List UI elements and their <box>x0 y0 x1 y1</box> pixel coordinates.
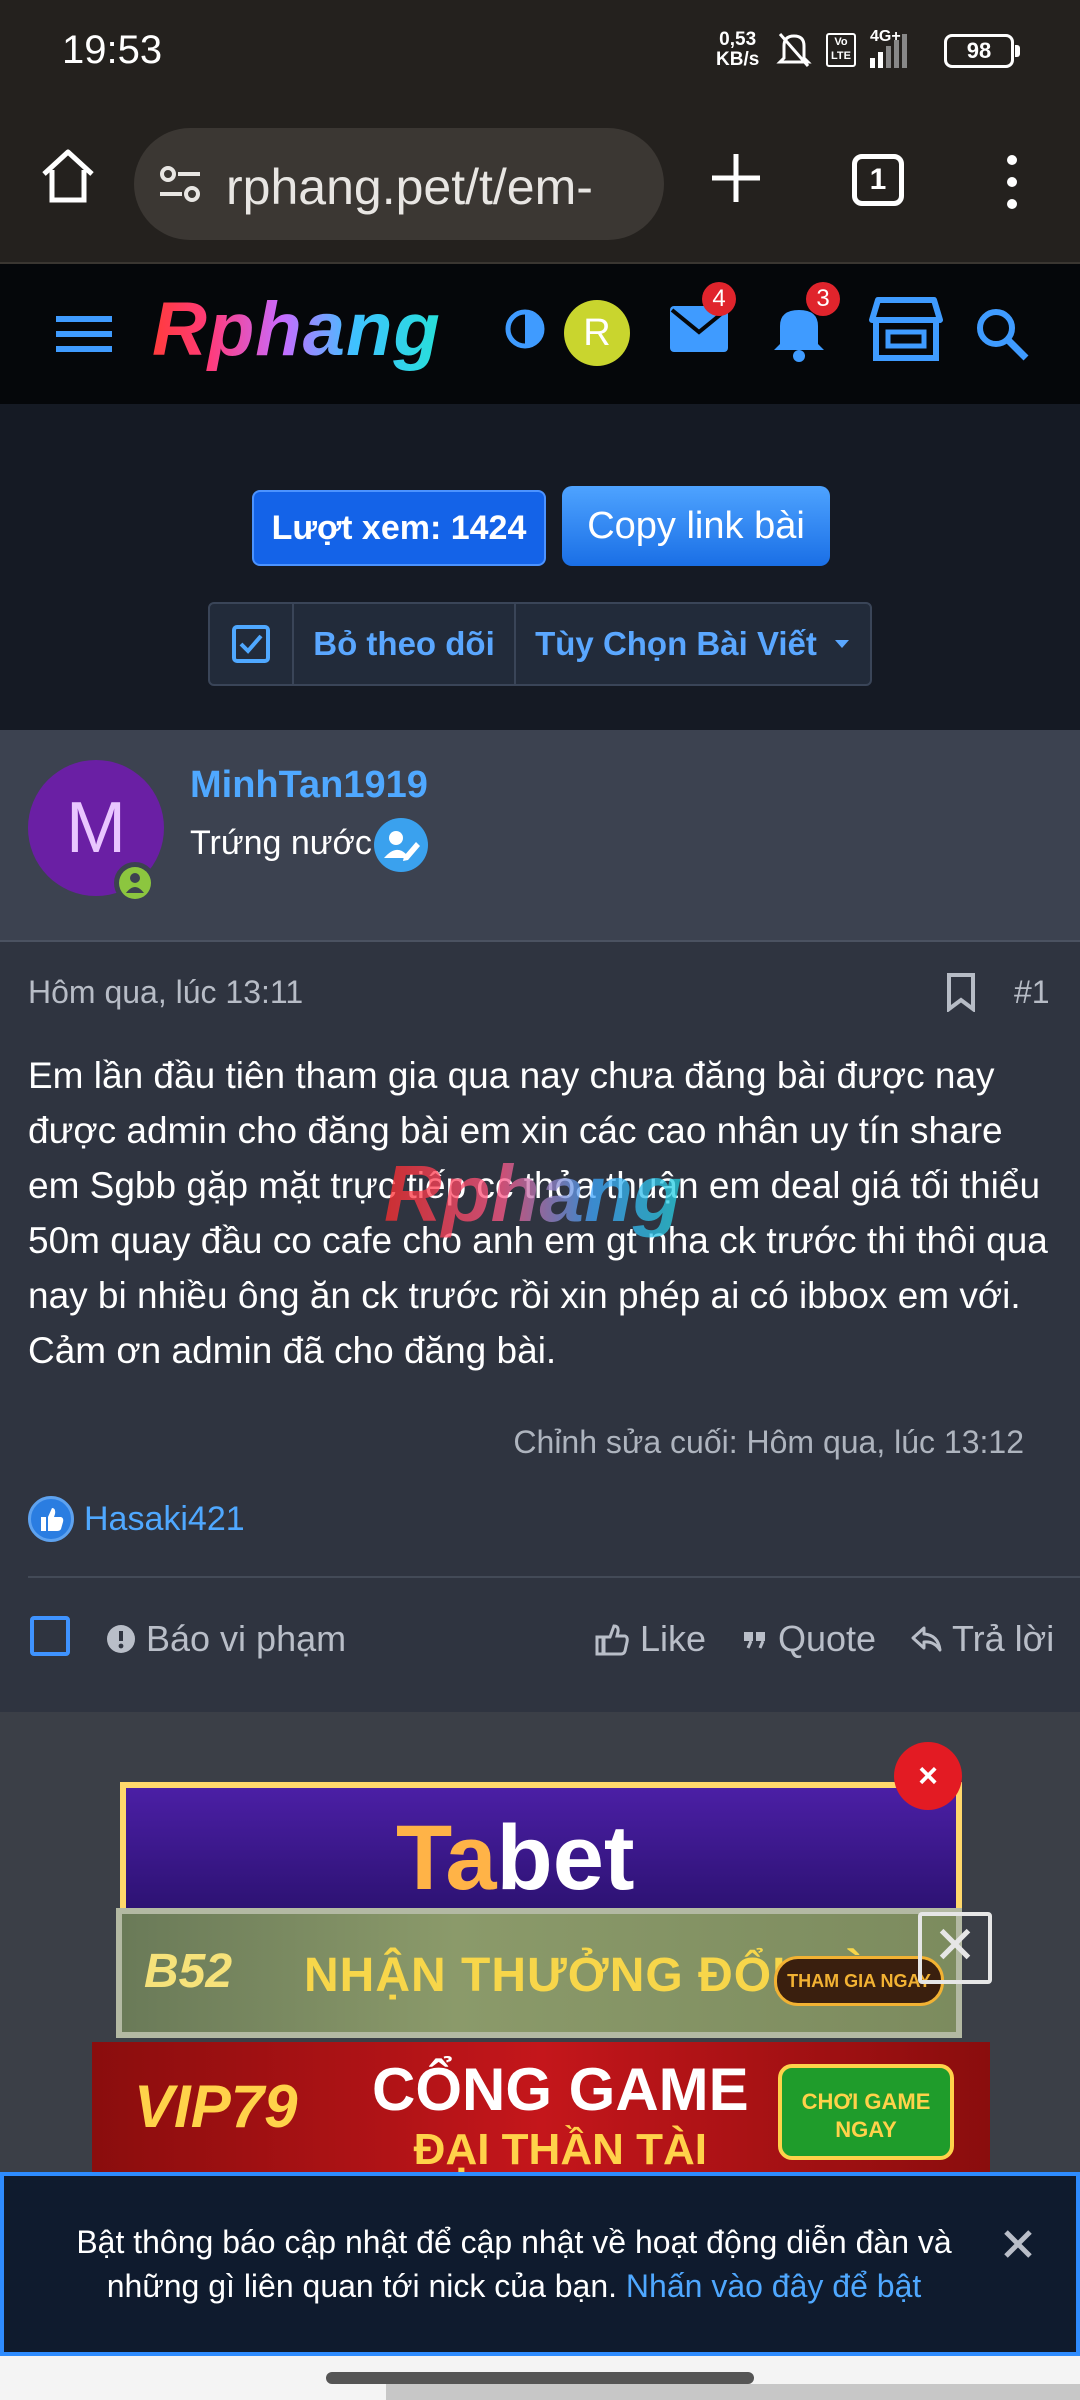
signal-icon: 4G+ <box>870 28 907 68</box>
post-options-dropdown[interactable]: Tùy Chọn Bài Viết <box>516 604 870 684</box>
reactions-bar[interactable]: Hasaki421 <box>28 1496 245 1542</box>
post-number[interactable]: #1 <box>1014 974 1050 1011</box>
close-icon[interactable] <box>998 2224 1038 2264</box>
ad-vip79-cta-line2: NGAY <box>835 2117 897 2142</box>
enable-notifications-link[interactable]: Nhấn vào đây để bật <box>626 2268 921 2304</box>
views-count-button[interactable]: Lượt xem: 1424 <box>252 490 546 566</box>
ad-area: Tabet B52 NHẬN THƯỞNG ĐỔI ĐỜI THAM GIA N… <box>0 1712 1080 2174</box>
menu-icon[interactable] <box>1000 152 1024 212</box>
ad-banner-tabet[interactable]: Tabet <box>120 1782 962 1922</box>
ad-vip79-cta-line1: CHƠI GAME <box>801 2089 931 2114</box>
ad-vip79-brand: VIP79 <box>134 2073 298 2140</box>
hamburger-menu-icon[interactable] <box>56 310 112 358</box>
store-icon[interactable] <box>866 294 946 364</box>
ad-close-box-button[interactable]: ✕ <box>918 1912 992 1984</box>
quote-label: Quote <box>778 1618 877 1659</box>
post-options-label: Tùy Chọn Bài Viết <box>535 625 817 662</box>
volte-icon: Vo LTE <box>826 33 856 67</box>
watermark-logo: Rphang <box>384 1149 682 1238</box>
post-date[interactable]: Hôm qua, lúc 13:11 <box>28 974 303 1011</box>
liked-by-user[interactable]: Hasaki421 <box>84 1500 245 1539</box>
post-author: M MinhTan1919 Trứng nước <box>0 730 1080 942</box>
unfollow-button[interactable]: Bỏ theo dõi <box>294 604 516 684</box>
messages-badge: 4 <box>702 282 736 316</box>
follow-checkbox[interactable] <box>210 604 294 684</box>
speed-value: 0,53 <box>719 29 757 50</box>
like-reaction-icon <box>28 1496 74 1542</box>
ad-tabet-prefix: Ta <box>396 1807 497 1909</box>
notification-text: Bật thông báo cập nhật để cập nhật về ho… <box>64 2220 964 2308</box>
theme-toggle-icon[interactable] <box>504 308 546 350</box>
copy-link-button[interactable]: Copy link bài <box>562 486 830 566</box>
address-bar[interactable]: rphang.pet/t/em- <box>134 128 664 240</box>
bell-muted-icon <box>776 33 812 67</box>
alerts-badge: 3 <box>806 282 840 316</box>
caret-down-icon <box>834 640 849 648</box>
home-gesture-pill[interactable] <box>326 2372 754 2384</box>
verified-badge-icon <box>374 818 428 872</box>
tabs-button[interactable]: 1 <box>852 154 904 206</box>
ad-vip79-cta[interactable]: CHƠI GAME NGAY <box>778 2064 954 2160</box>
post-divider <box>28 1576 1080 1578</box>
report-label: Báo vi phạm <box>146 1618 347 1659</box>
nav-bar-shade <box>386 2384 1080 2400</box>
ad-banner-vip79[interactable]: VIP79 CỔNG GAME ĐẠI THẦN TÀI CHƠI GAME N… <box>92 2042 990 2174</box>
network-speed: 0,53 KB/s <box>716 30 759 70</box>
follow-button-group: Bỏ theo dõi Tùy Chọn Bài Viết <box>208 602 872 686</box>
battery-indicator: 98 <box>944 34 1020 68</box>
last-edited: Chỉnh sửa cuối: Hôm qua, lúc 13:12 <box>513 1424 1024 1460</box>
ad-banner-b52[interactable]: B52 NHẬN THƯỞNG ĐỔI ĐỜI THAM GIA NGAY <box>116 1908 962 2038</box>
quote-button[interactable]: Quote <box>742 1618 876 1660</box>
system-nav-bar <box>0 2356 1080 2400</box>
browser-toolbar: rphang.pet/t/em- 1 <box>0 104 1080 264</box>
url-text[interactable]: rphang.pet/t/em- <box>226 158 646 216</box>
select-post-checkbox[interactable] <box>30 1616 70 1656</box>
site-settings-icon[interactable] <box>156 160 204 208</box>
unfollow-label: Bỏ theo dõi <box>313 625 495 662</box>
bookmark-icon[interactable] <box>944 972 978 1012</box>
like-button[interactable]: Like <box>594 1618 706 1660</box>
post: Hôm qua, lúc 13:11 #1 Em lần đầu tiên th… <box>0 942 1080 1712</box>
new-tab-icon[interactable] <box>706 148 766 208</box>
user-avatar[interactable]: R <box>564 300 630 366</box>
speed-unit: KB/s <box>716 49 760 70</box>
ad-b52-brand: B52 <box>144 1945 233 1998</box>
author-title: Trứng nước <box>190 824 372 862</box>
status-icons: Vo LTE 4G+ <box>776 28 907 70</box>
quote-icon <box>744 1632 765 1649</box>
volte-text: Vo LTE <box>831 36 851 62</box>
thread-actions: Lượt xem: 1424 Copy link bài Bỏ theo dõi… <box>0 404 1080 730</box>
ad-vip79-line2: ĐẠI THẦN TÀI <box>413 2125 707 2174</box>
status-bar: 19:53 0,53 KB/s Vo LTE 4G+ 98 <box>0 0 1080 104</box>
report-button[interactable]: Báo vi phạm <box>106 1618 346 1660</box>
network-type: 4G+ <box>870 28 901 45</box>
notification-banner: Bật thông báo cập nhật để cập nhật về ho… <box>0 2172 1080 2356</box>
thumbs-up-icon <box>595 1624 629 1656</box>
ad-tabet-text: Tabet <box>396 1806 635 1911</box>
online-status-icon <box>114 862 156 904</box>
alert-circle-icon <box>107 1625 135 1653</box>
clock: 19:53 <box>62 28 163 72</box>
checkbox-checked-icon <box>232 625 270 663</box>
like-label: Like <box>640 1618 707 1659</box>
reply-label: Trả lời <box>952 1618 1055 1659</box>
home-icon[interactable] <box>36 144 100 208</box>
ad-vip79-text: CỔNG GAME ĐẠI THẦN TÀI <box>372 2060 749 2180</box>
ad-vip79-line1: CỔNG GAME <box>372 2056 749 2123</box>
ad-tabet-suffix: bet <box>496 1807 635 1909</box>
ad-close-button[interactable]: × <box>894 1742 962 1810</box>
author-username[interactable]: MinhTan1919 <box>190 764 428 807</box>
post-actions-bar: Báo vi phạm Like Quote Trả lời <box>0 1592 1080 1690</box>
site-logo[interactable]: Rphang <box>152 286 441 373</box>
reply-button[interactable]: Trả lời <box>910 1618 1054 1660</box>
reply-icon <box>911 1626 942 1652</box>
search-icon[interactable] <box>972 304 1030 362</box>
